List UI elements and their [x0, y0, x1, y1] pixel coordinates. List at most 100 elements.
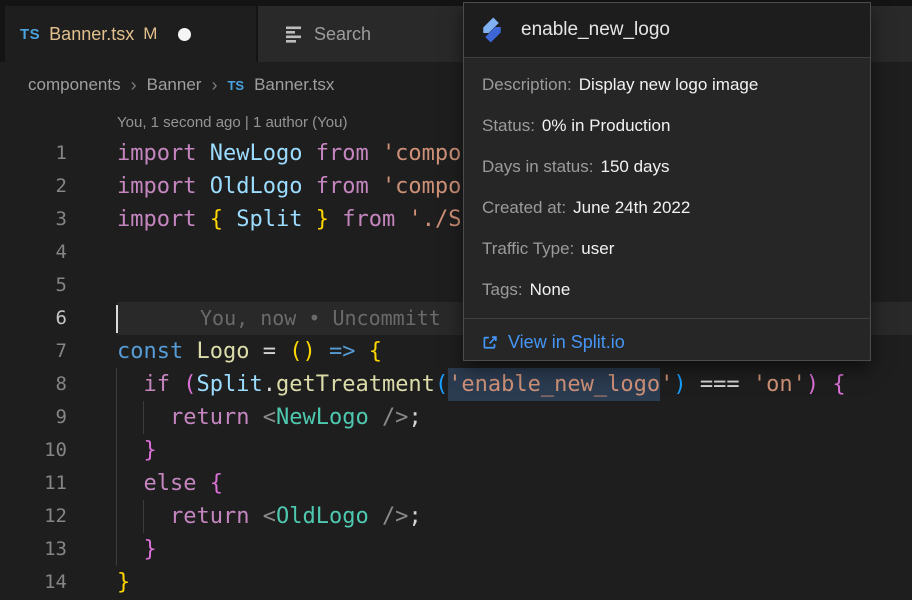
code-token [369, 141, 382, 166]
detail-value: user [581, 239, 614, 258]
tab-banner-tsx[interactable]: TS Banner.tsx M [5, 6, 256, 62]
code-text: import OldLogo from 'compo [117, 170, 461, 203]
code-token: const [117, 339, 183, 364]
code-token: from [342, 207, 395, 232]
line-number: 2 [0, 170, 67, 203]
line-number: 14 [0, 566, 67, 599]
code-token: 'compo [382, 141, 461, 166]
detail-value: Display new logo image [579, 75, 759, 94]
code-token: NewLogo [210, 141, 303, 166]
code-token: import [117, 141, 196, 166]
code-token [117, 537, 144, 562]
line-number: 11 [0, 467, 67, 500]
code-token: else [144, 471, 197, 496]
code-token: < [263, 405, 276, 430]
indent-guide [143, 401, 144, 434]
breadcrumb-file[interactable]: Banner.tsx [254, 75, 334, 95]
code-line-10[interactable]: 10 } [0, 434, 912, 467]
text-cursor [116, 305, 118, 333]
detail-label: Status: [482, 116, 535, 135]
code-token: ( [435, 372, 448, 397]
code-token: NewLogo [276, 405, 369, 430]
code-token: 'on' [753, 372, 806, 397]
code-token: ; [408, 504, 421, 529]
external-link-icon [481, 334, 499, 352]
flag-detail-row: Traffic Type:user [482, 228, 870, 269]
code-token: . [263, 372, 276, 397]
code-token: ) [673, 372, 686, 397]
typescript-file-icon: TS [227, 78, 244, 93]
code-token: /> [382, 405, 409, 430]
line-number: 8 [0, 368, 67, 401]
code-token: /> [382, 504, 409, 529]
code-token [369, 504, 382, 529]
code-token: Logo [196, 339, 249, 364]
breadcrumb-components[interactable]: components [28, 75, 121, 95]
code-token: import [117, 207, 196, 232]
code-line-12[interactable]: 12 return <OldLogo />; [0, 500, 912, 533]
code-line-13[interactable]: 13 } [0, 533, 912, 566]
code-token: { [832, 372, 845, 397]
code-token: { [210, 471, 223, 496]
code-token [369, 405, 382, 430]
flag-detail-row: Status:0% in Production [482, 105, 870, 146]
detail-value: June 24th 2022 [573, 198, 690, 217]
code-token [249, 405, 262, 430]
code-text: else { [117, 467, 223, 500]
code-token [196, 174, 209, 199]
code-token [183, 339, 196, 364]
code-token [316, 339, 329, 364]
code-text: You, now • Uncommitt [117, 302, 441, 335]
code-token: } [316, 207, 329, 232]
code-token: === [687, 372, 753, 397]
split-io-logo-icon [477, 15, 507, 45]
code-token: if [144, 372, 171, 397]
hovered-flag-string: 'enable_new_logo [448, 368, 660, 401]
code-token: { [369, 339, 382, 364]
detail-label: Days in status: [482, 157, 594, 176]
detail-value: None [530, 280, 571, 299]
code-token: < [263, 504, 276, 529]
line-number: 12 [0, 500, 67, 533]
code-token: } [117, 570, 130, 595]
code-token: OldLogo [210, 174, 303, 199]
unsaved-dot-icon[interactable] [178, 28, 191, 41]
code-token [819, 372, 832, 397]
code-token [196, 141, 209, 166]
feature-flag-name: enable_new_logo [521, 19, 670, 41]
popup-body: Description: Display new logo image Status… [464, 58, 870, 310]
flag-detail-row: Days in status:150 days [482, 146, 870, 187]
code-token [249, 504, 262, 529]
codelens-blame[interactable]: You, 1 second ago | 1 author (You) [117, 112, 347, 134]
code-token: ) [806, 372, 819, 397]
code-token: = [249, 339, 289, 364]
code-token: () [289, 339, 316, 364]
view-in-splitio-link[interactable]: View in Split.io [464, 319, 870, 353]
code-line-8[interactable]: 8 if (Split.getTreatment('enable_new_log… [0, 368, 912, 401]
code-text: import NewLogo from 'compo [117, 137, 461, 170]
tab-filename: Banner.tsx [49, 24, 134, 45]
code-token: return [170, 504, 249, 529]
search-editor-icon [283, 25, 303, 43]
code-line-14[interactable]: 14} [0, 566, 912, 599]
code-text: const Logo = () => { [117, 335, 382, 368]
search-tab-label: Search [314, 24, 371, 45]
code-token [395, 207, 408, 232]
code-text: if (Split.getTreatment('enable_new_logo'… [117, 368, 846, 401]
detail-label: Description: [482, 75, 572, 94]
code-line-9[interactable]: 9 return <NewLogo />; [0, 401, 912, 434]
code-token: ( [183, 372, 196, 397]
code-token: Split [236, 207, 302, 232]
code-token: } [144, 537, 157, 562]
code-token: return [170, 405, 249, 430]
breadcrumb-banner[interactable]: Banner [147, 75, 202, 95]
code-token [196, 207, 209, 232]
line-number: 6 [0, 302, 67, 335]
code-text: return <NewLogo />; [117, 401, 422, 434]
code-token [369, 174, 382, 199]
code-line-11[interactable]: 11 else { [0, 467, 912, 500]
line-number: 3 [0, 203, 67, 236]
code-token: 'compo [382, 174, 461, 199]
code-token [117, 372, 144, 397]
line-number: 13 [0, 533, 67, 566]
